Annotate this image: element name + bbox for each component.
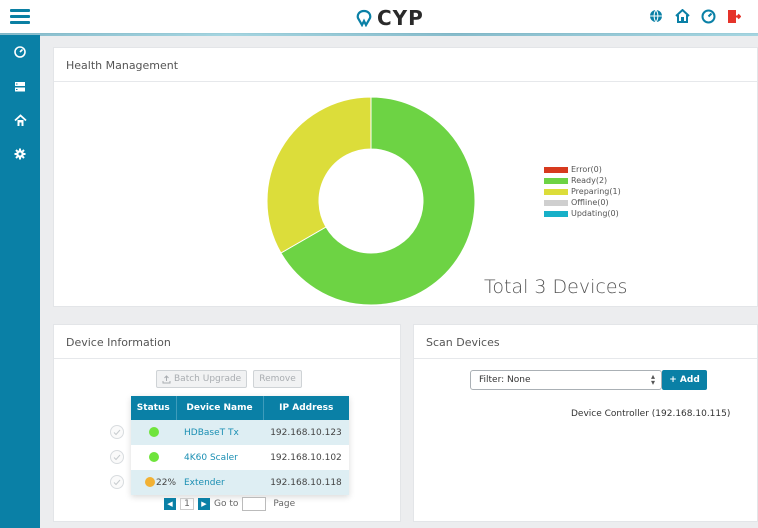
- remove-button[interactable]: Remove: [253, 370, 302, 388]
- cyp-logo-icon: [356, 9, 372, 27]
- goto-page-input[interactable]: [242, 497, 267, 511]
- column-header-ip-address[interactable]: IP Address: [263, 396, 349, 420]
- add-button[interactable]: + Add: [662, 370, 707, 390]
- select-arrows-icon: ▴ ▾: [650, 372, 655, 387]
- top-bar: CYP: [0, 0, 758, 36]
- legend-item[interactable]: Error(0): [544, 164, 621, 175]
- legend-label: Error(0): [571, 165, 602, 174]
- panel-title: Device Information: [54, 325, 400, 359]
- device-information-panel: Device Information Batch Upgrade Remove …: [53, 324, 401, 522]
- legend-swatch: [544, 210, 568, 217]
- device-controller-entry[interactable]: Device Controller (192.168.10.115): [571, 409, 730, 419]
- column-header-status[interactable]: Status: [131, 396, 177, 420]
- page-label: Page: [273, 499, 296, 509]
- column-header-device-name[interactable]: Device Name: [176, 396, 264, 420]
- brand-name: CYP: [377, 6, 424, 30]
- legend-swatch: [544, 199, 568, 206]
- legend-label: Ready(2): [571, 176, 608, 185]
- brand-logo: CYP: [355, 6, 424, 30]
- device-list-icon: [15, 81, 25, 91]
- ip-address: 192.168.10.102: [263, 445, 349, 470]
- legend-item[interactable]: Ready(2): [544, 175, 621, 186]
- legend-swatch: [544, 177, 568, 184]
- next-page-button[interactable]: ▶: [198, 498, 210, 510]
- legend-item[interactable]: Updating(0): [544, 208, 621, 219]
- status-cell: 22%: [131, 470, 176, 495]
- legend-item[interactable]: Offline(0): [544, 197, 621, 208]
- goto-label: Go to: [214, 499, 239, 509]
- dashboard-icon[interactable]: [700, 8, 716, 24]
- legend-item[interactable]: Preparing(1): [544, 186, 621, 197]
- dashboard-icon: [14, 46, 26, 58]
- donut-slice-preparing[interactable]: [266, 96, 372, 254]
- scan-devices-panel: Scan Devices Filter: None ▴ ▾ + Add Devic…: [413, 324, 758, 522]
- logout-icon[interactable]: [726, 8, 742, 24]
- globe-icon[interactable]: [648, 8, 664, 24]
- device-name-link[interactable]: Extender: [176, 470, 263, 495]
- chart-legend: Error(0) Ready(2) Preparing(1) Offline(0) Up…: [544, 164, 621, 219]
- legend-swatch: [544, 188, 568, 195]
- legend-swatch: [544, 166, 568, 173]
- pagination: ◀ 1 ▶ Go to Page: [164, 497, 295, 511]
- current-page[interactable]: 1: [180, 498, 194, 510]
- sidebar-item-settings[interactable]: [0, 137, 40, 171]
- ip-address: 192.168.10.118: [263, 470, 349, 495]
- batch-upgrade-label: Batch Upgrade: [174, 374, 242, 384]
- total-devices-label: Total 3 Devices: [484, 276, 628, 298]
- table-row[interactable]: HDBaseT Tx 192.168.10.123: [131, 420, 349, 445]
- menu-icon[interactable]: [10, 9, 30, 25]
- prev-page-button[interactable]: ◀: [164, 498, 176, 510]
- device-name-link[interactable]: HDBaseT Tx: [176, 420, 263, 445]
- home-settings-icon: [13, 113, 27, 126]
- filter-value: Filter: None: [479, 375, 531, 385]
- sidebar-item-dashboard[interactable]: [0, 35, 40, 69]
- table-row[interactable]: 4K60 Scaler 192.168.10.102: [131, 445, 349, 470]
- batch-upgrade-button[interactable]: Batch Upgrade: [156, 370, 248, 388]
- device-status-donut-chart: [266, 96, 476, 306]
- legend-label: Updating(0): [571, 209, 619, 218]
- device-table: Status Device Name IP Address HDBaseT Tx…: [131, 396, 349, 495]
- panel-title: Health Management: [54, 48, 757, 82]
- status-progress: 22%: [156, 477, 177, 488]
- table-row[interactable]: 22% Extender 192.168.10.118: [131, 470, 349, 495]
- panel-title: Scan Devices: [414, 325, 757, 359]
- filter-select[interactable]: Filter: None ▴ ▾: [470, 370, 662, 390]
- row-select-checkbox[interactable]: [110, 475, 124, 489]
- row-select-checkbox[interactable]: [110, 425, 124, 439]
- device-name-link[interactable]: 4K60 Scaler: [176, 445, 263, 470]
- status-cell: [131, 420, 176, 445]
- status-indicator: [148, 452, 159, 463]
- status-cell: [131, 445, 176, 470]
- ip-address: 192.168.10.123: [263, 420, 349, 445]
- legend-label: Offline(0): [571, 198, 609, 207]
- sidebar: [0, 35, 40, 528]
- legend-label: Preparing(1): [571, 187, 621, 196]
- upload-icon: [162, 374, 171, 383]
- status-indicator: [145, 477, 155, 488]
- health-management-panel: Health Management Error(0) Ready(2) Prepar…: [53, 47, 758, 307]
- row-select-checkbox[interactable]: [110, 450, 124, 464]
- status-indicator: [148, 427, 159, 438]
- header-accent-line: [0, 33, 758, 36]
- sidebar-item-home-settings[interactable]: [0, 103, 40, 137]
- remove-label: Remove: [259, 374, 296, 384]
- gear-icon: [14, 148, 26, 160]
- sidebar-item-devices[interactable]: [0, 69, 40, 103]
- home-icon[interactable]: [674, 8, 690, 24]
